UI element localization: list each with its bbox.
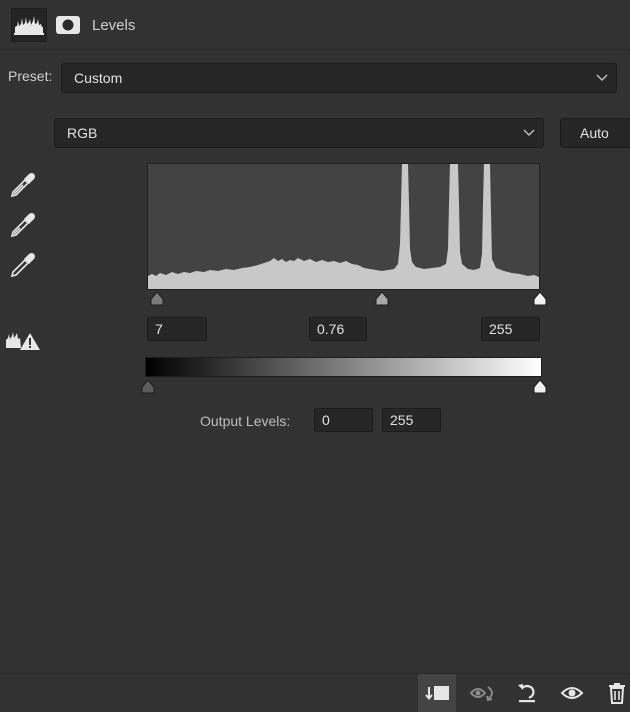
output-white-slider[interactable] (533, 379, 547, 394)
white-slider-handle-icon (533, 379, 547, 394)
reset-button[interactable] (508, 674, 546, 712)
input-gamma-slider[interactable] (375, 291, 389, 306)
output-black-slider[interactable] (141, 379, 155, 394)
toggle-visibility-icon (560, 687, 584, 699)
preset-dropdown[interactable]: Custom (61, 63, 617, 93)
black-slider-handle-icon (141, 379, 155, 394)
input-black-slider[interactable] (150, 291, 164, 306)
white-slider-handle-icon (533, 291, 547, 306)
input-gamma-field[interactable]: 0.76 (309, 317, 367, 341)
black-slider-handle-icon (150, 291, 164, 306)
histogram-graph (148, 164, 539, 289)
clipping-warning-icon (6, 332, 40, 350)
white-point-eyedropper[interactable] (8, 250, 38, 280)
clip-to-layer-icon (425, 686, 449, 701)
output-white-field[interactable]: 255 (382, 408, 441, 432)
preset-label: Preset: (8, 68, 53, 84)
preset-value: Custom (74, 70, 123, 86)
clip-to-layer-button[interactable] (418, 674, 456, 712)
auto-button[interactable]: Auto (560, 118, 630, 148)
output-levels-label: Output Levels: (200, 413, 291, 429)
input-white-slider[interactable] (533, 291, 547, 306)
reset-icon (518, 684, 535, 703)
panel-title: Levels (92, 17, 136, 34)
gray-point-eyedropper[interactable] (8, 210, 38, 240)
delete-button[interactable] (598, 674, 630, 712)
mask-icon (56, 16, 80, 34)
channel-value: RGB (67, 125, 98, 141)
clipping-warning-button[interactable] (5, 330, 41, 352)
output-gradient-bar (145, 357, 542, 377)
delete-icon (609, 683, 625, 704)
levels-histogram-icon (14, 16, 44, 35)
black-point-eyedropper[interactable] (8, 170, 38, 200)
input-black-field[interactable]: 7 (147, 317, 207, 341)
view-previous-state-icon (469, 686, 493, 702)
chevron-down-icon (596, 74, 608, 82)
levels-tab[interactable] (11, 8, 47, 42)
chevron-down-icon (523, 129, 535, 137)
mask-tab[interactable] (50, 8, 86, 42)
gamma-slider-handle-icon (375, 291, 389, 306)
toggle-visibility-button[interactable] (553, 674, 591, 712)
channel-dropdown[interactable]: RGB (54, 118, 544, 148)
histogram (147, 163, 540, 290)
input-white-field[interactable]: 255 (481, 317, 540, 341)
output-black-field[interactable]: 0 (314, 408, 373, 432)
gray-point-eyedropper-icon (10, 213, 35, 238)
black-point-eyedropper-icon (10, 173, 35, 198)
view-previous-state-button[interactable] (465, 674, 503, 712)
white-point-eyedropper-icon (10, 253, 35, 278)
